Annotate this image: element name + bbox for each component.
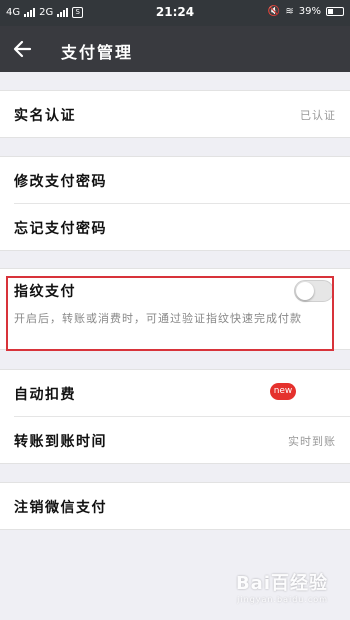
change-password-row[interactable]: 修改支付密码: [14, 157, 350, 203]
realname-status: 已认证: [300, 109, 336, 122]
cancel-wechat-pay-label: 注销微信支付: [14, 500, 107, 516]
realname-label: 实名认证: [14, 108, 76, 124]
forgot-password-label: 忘记支付密码: [14, 221, 107, 237]
wifi-icon: ≋: [285, 6, 294, 17]
status-bar: 4G 2G S 21:24 🔇 ≋ 39%: [0, 0, 350, 26]
cancel-wechat-pay-row[interactable]: 注销微信支付: [14, 483, 350, 529]
change-password-label: 修改支付密码: [14, 174, 107, 190]
forgot-password-row[interactable]: 忘记支付密码: [14, 203, 350, 249]
battery-icon: [326, 7, 344, 16]
watermark-text: Bai百经验: [235, 573, 328, 594]
mute-icon: 🔇: [267, 6, 281, 17]
realname-row[interactable]: 实名认证 已认证: [14, 91, 350, 137]
baidu-watermark: Bai百经验 jingyan.baidu.com: [236, 569, 328, 604]
transfer-time-label: 转账到账时间: [14, 434, 107, 450]
page-title: 支付管理: [61, 43, 134, 62]
auto-deduct-label: 自动扣费: [14, 387, 76, 403]
back-arrow-icon[interactable]: [10, 36, 36, 62]
auto-deduct-row[interactable]: 自动扣费 new: [14, 370, 350, 416]
password-section: 修改支付密码 忘记支付密码: [0, 156, 350, 251]
highlight-box: [6, 276, 334, 351]
transfer-time-row[interactable]: 转账到账时间 实时到账: [14, 416, 350, 462]
battery-percent: 39%: [298, 6, 321, 17]
deduct-section: 自动扣费 new 转账到账时间 实时到账: [0, 369, 350, 464]
new-badge: new: [270, 383, 296, 400]
cancel-section: 注销微信支付: [0, 482, 350, 530]
transfer-time-value: 实时到账: [288, 435, 336, 448]
title-bar: 支付管理: [0, 26, 350, 72]
watermark-url: jingyan.baidu.com: [237, 595, 328, 604]
realname-section: 实名认证 已认证: [0, 90, 350, 138]
